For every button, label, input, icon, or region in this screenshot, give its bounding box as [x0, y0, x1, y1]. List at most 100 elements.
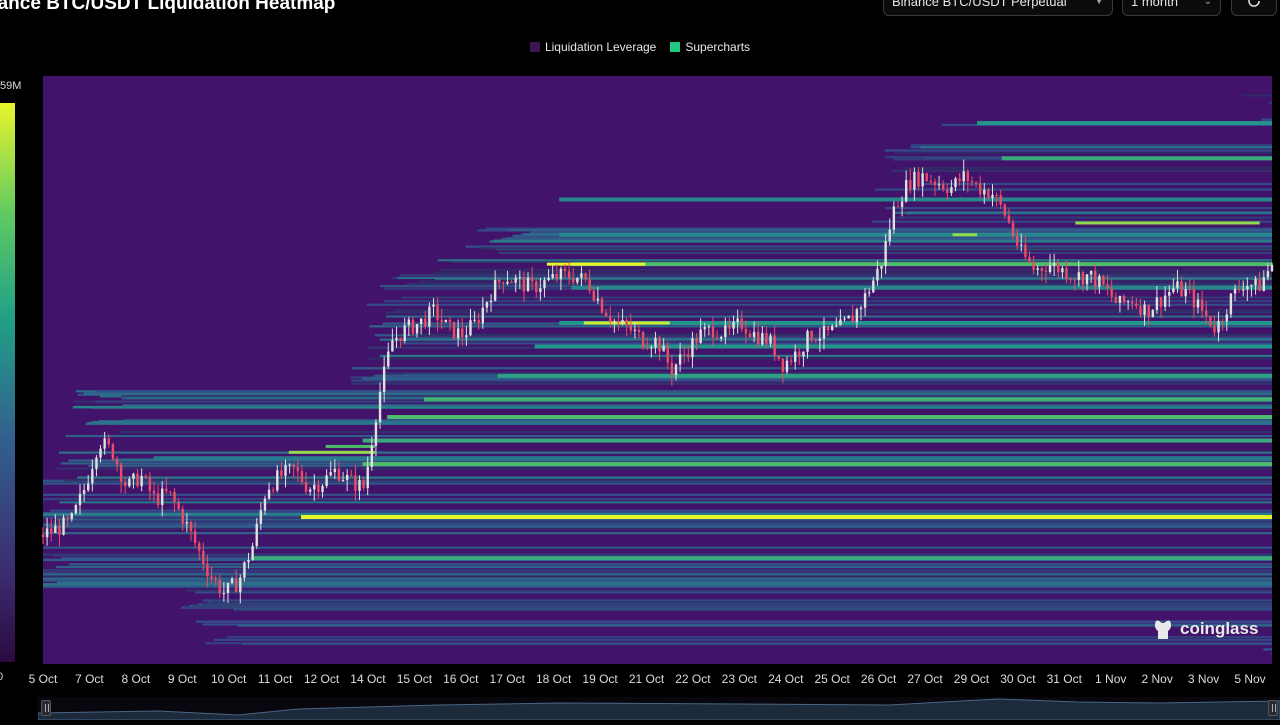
- candle-body: [991, 194, 994, 199]
- x-tick-label: 5 Oct: [29, 672, 58, 686]
- x-tick-label: 1 Nov: [1095, 672, 1126, 686]
- candle-body: [1176, 281, 1179, 289]
- liquidity-level: [399, 274, 1272, 277]
- candle-body: [317, 484, 320, 493]
- candle-body: [851, 315, 854, 323]
- candle-body: [181, 509, 184, 524]
- candle-body: [366, 466, 369, 489]
- candle-body: [1250, 285, 1253, 287]
- candle-body: [152, 491, 156, 494]
- candle-body: [695, 338, 698, 343]
- liquidity-level: [1242, 94, 1272, 97]
- liquidity-band: [497, 373, 1273, 378]
- liquidity-level: [43, 553, 1272, 556]
- candle-body: [345, 474, 349, 480]
- liquidity-level: [43, 546, 1272, 549]
- candle-body: [456, 328, 460, 339]
- navigator-sparkline: [37, 698, 1280, 721]
- candle-body: [239, 577, 242, 593]
- candle-body: [604, 312, 608, 317]
- candle-body: [518, 277, 522, 279]
- navigator-left-handle[interactable]: [41, 700, 51, 716]
- candle-body: [732, 321, 735, 329]
- liquidation-heatmap-chart[interactable]: 5 Oct 7 Oct 8 Oct 9 Oct 10 Oct 11 Oct 12 Oct 14…: [0, 0, 1280, 720]
- candle-body: [876, 268, 879, 281]
- candle-body: [193, 531, 197, 544]
- liquidity-level: [83, 392, 1273, 395]
- candle-body: [563, 268, 567, 272]
- candle-body: [900, 201, 904, 208]
- x-tick-label: 10 Oct: [211, 672, 247, 686]
- candle-body: [1246, 285, 1249, 290]
- candle-body: [904, 180, 908, 202]
- x-tick-label: 2 Nov: [1141, 672, 1172, 686]
- candle-body: [888, 229, 891, 242]
- candle-body: [473, 319, 476, 321]
- candle-body: [202, 550, 205, 565]
- candle-body: [502, 282, 505, 284]
- x-tick-label: 5 Nov: [1234, 672, 1265, 686]
- candle-body: [66, 517, 69, 520]
- candle-body: [592, 290, 595, 301]
- candle-body: [444, 319, 448, 323]
- candle-body: [1106, 284, 1109, 289]
- candle-body: [218, 580, 221, 594]
- candle-body: [1217, 320, 1220, 333]
- candle-body: [798, 351, 801, 357]
- candle-body: [95, 457, 98, 470]
- candle-body: [1200, 299, 1204, 311]
- candle-body: [785, 360, 789, 372]
- candle-body: [1118, 295, 1122, 303]
- candle-body: [1192, 289, 1196, 308]
- candle-body: [1221, 320, 1224, 322]
- candle-body: [370, 445, 374, 467]
- liquidity-level: [119, 430, 1272, 434]
- candle-body: [78, 493, 82, 506]
- candle-body: [678, 354, 682, 365]
- liquidity-level: [1268, 101, 1272, 104]
- candle-body: [892, 206, 896, 230]
- candle-body: [1024, 244, 1027, 257]
- liquidity-level: [369, 325, 1272, 328]
- candle-body: [54, 525, 57, 534]
- candle-body: [358, 479, 361, 491]
- candle-body: [210, 576, 213, 579]
- candle-body: [411, 319, 415, 334]
- liquidity-band: [362, 462, 1272, 467]
- candle-body: [234, 578, 238, 593]
- candle-body: [995, 194, 998, 196]
- liquidity-level: [43, 571, 1272, 575]
- candle-body: [999, 195, 1002, 205]
- candle-body: [62, 517, 65, 535]
- liquidity-level: [43, 532, 1272, 535]
- candle-body: [633, 329, 637, 331]
- watermark-text: coinglass: [1180, 619, 1259, 638]
- candle-body: [1135, 303, 1138, 307]
- candle-body: [1036, 268, 1039, 270]
- liquidity-level: [47, 525, 1272, 528]
- candle-body: [189, 522, 193, 532]
- x-tick-label: 27 Oct: [907, 672, 943, 686]
- candle-body: [1237, 288, 1241, 290]
- candle-body: [1011, 222, 1015, 236]
- candle-body: [91, 469, 94, 484]
- liquidity-band: [559, 232, 1272, 237]
- candle-body: [650, 347, 653, 349]
- candle-body: [1089, 271, 1093, 275]
- liquidity-level: [417, 333, 1273, 336]
- candle-body: [917, 171, 920, 187]
- liquidity-level: [386, 315, 1273, 318]
- candle-body: [341, 479, 345, 481]
- liquidity-level: [72, 406, 1273, 409]
- range-navigator[interactable]: [37, 697, 1280, 721]
- candle-body: [119, 464, 123, 482]
- candle-body: [1172, 288, 1175, 292]
- candle-body: [1020, 244, 1023, 246]
- candle-body: [1180, 281, 1183, 297]
- liquidity-level: [43, 512, 1272, 515]
- navigator-right-handle[interactable]: [1268, 700, 1278, 716]
- candle-body: [432, 304, 435, 307]
- candle-body: [839, 319, 842, 326]
- candle-body: [498, 279, 501, 283]
- candle-body: [1015, 235, 1019, 246]
